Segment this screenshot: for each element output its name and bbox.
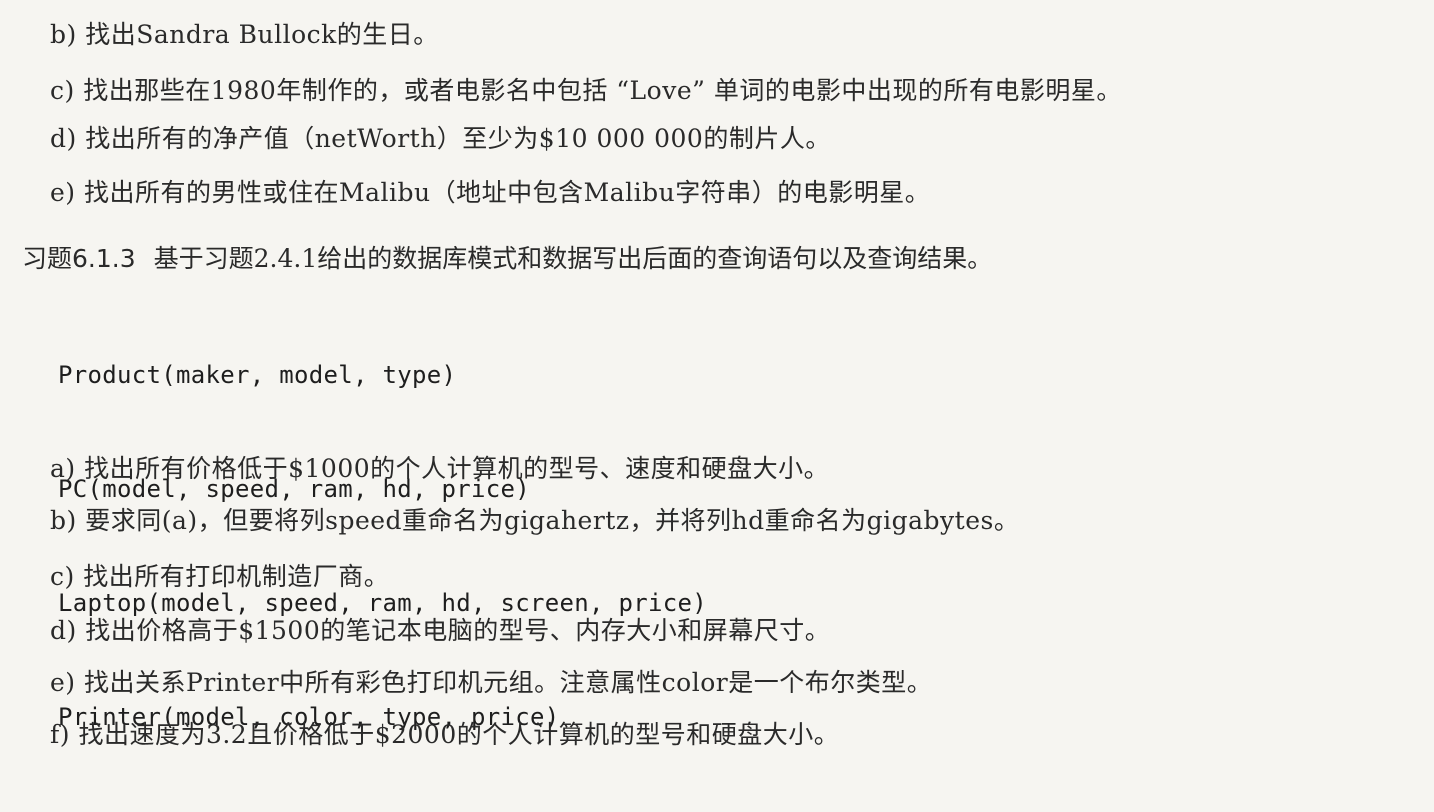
sub-question-e: e) 找出关系Printer中所有彩色打印机元组。注意属性color是一个布尔类… bbox=[50, 668, 933, 697]
sub-question-f: f) 找出速度为3.2且价格低于$2000的个人计算机的型号和硬盘大小。 bbox=[50, 720, 840, 749]
exercise-number: 习题6.1.3 bbox=[22, 244, 136, 273]
question-c-stars-1980-love: c) 找出那些在1980年制作的，或者电影名中包括 “Love” 单词的电影中出… bbox=[50, 76, 1122, 105]
sub-question-b: b) 要求同(a)，但要将列speed重命名为gigahertz，并将列hd重命… bbox=[50, 506, 1020, 535]
question-d-networth: d) 找出所有的净产值（netWorth）至少为$10 000 000的制片人。 bbox=[50, 124, 831, 153]
question-b-birthday: b) 找出Sandra Bullock的生日。 bbox=[50, 20, 439, 49]
question-e-malibu: e) 找出所有的男性或住在Malibu（地址中包含Malibu字符串）的电影明星… bbox=[50, 178, 931, 207]
sub-question-a: a) 找出所有价格低于$1000的个人计算机的型号、速度和硬盘大小。 bbox=[50, 454, 830, 483]
textbook-page: b) 找出Sandra Bullock的生日。 c) 找出那些在1980年制作的… bbox=[0, 0, 1434, 756]
sub-question-d: d) 找出价格高于$1500的笔记本电脑的型号、内存大小和屏幕尺寸。 bbox=[50, 616, 831, 645]
exercise-instruction: 基于习题2.4.1给出的数据库模式和数据写出后面的查询语句以及查询结果。 bbox=[153, 244, 993, 273]
schema-product: Product(maker, model, type) bbox=[58, 361, 457, 389]
sub-question-c: c) 找出所有打印机制造厂商。 bbox=[50, 562, 390, 591]
exercise-heading: 习题6.1.3 基于习题2.4.1给出的数据库模式和数据写出后面的查询语句以及查询… bbox=[22, 242, 992, 276]
